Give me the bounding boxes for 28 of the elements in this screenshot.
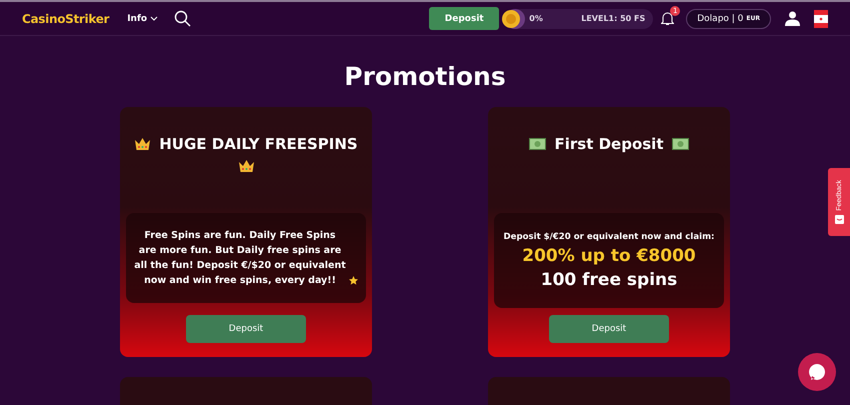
promotion-title: HUGE DAILY FREESPINS: [159, 135, 358, 153]
smile-icon: [834, 214, 844, 224]
deposit-button[interactable]: Deposit: [549, 315, 669, 343]
info-menu[interactable]: Info: [127, 14, 158, 24]
chevron-down-icon: [150, 16, 158, 22]
level-reward: LEVEL1: 50 FS: [581, 14, 646, 23]
flag-icon[interactable]: [814, 10, 828, 28]
progress-percent: 0%: [529, 14, 543, 23]
promo-description: Free Spins are fun. Daily Free Spins are more fun. But Daily free spins are all the fun! Deposit €/$20 or equivalent now and win free spins, every day!!: [134, 229, 346, 288]
banknote-icon: [672, 138, 688, 150]
star-icon: [349, 276, 358, 285]
promo-description: Deposit $/€20 or equivalent now and claim:: [504, 232, 714, 242]
deposit-button[interactable]: Deposit: [429, 7, 500, 30]
bonus-amount: 200% up to €8000: [522, 246, 696, 266]
chat-button[interactable]: [798, 353, 836, 391]
crown-icon: [238, 159, 254, 173]
chat-icon: [808, 363, 826, 381]
free-spins-amount: 100 free spins: [540, 270, 678, 290]
search-icon[interactable]: [174, 10, 192, 27]
bell-icon[interactable]: [661, 11, 674, 26]
crown-icon: [134, 137, 152, 151]
promotion-title: First Deposit: [554, 135, 664, 153]
deposit-button[interactable]: Deposit: [186, 315, 306, 343]
coin-icon: [501, 8, 522, 28]
page-title: Promotions: [343, 62, 507, 91]
user-icon[interactable]: [785, 11, 800, 26]
logo[interactable]: CasinoStriker: [22, 12, 110, 26]
banknote-icon: [529, 138, 546, 150]
